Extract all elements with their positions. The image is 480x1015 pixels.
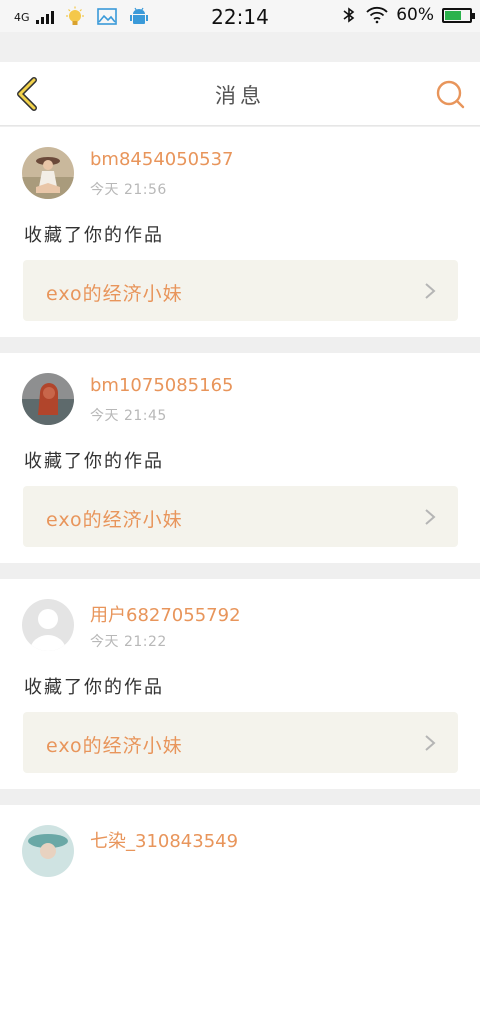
message-item: bm8454050537 今天 21:56 收藏了你的作品 exo的经济小妹 (0, 127, 480, 337)
message-time: 今天 21:56 (90, 182, 167, 198)
work-link[interactable]: exo的经济小妹 (23, 486, 458, 547)
work-title: exo的经济小妹 (46, 283, 183, 305)
page-title: 消息 (215, 84, 265, 108)
avatar[interactable] (22, 599, 74, 651)
message-list: bm8454050537 今天 21:56 收藏了你的作品 exo的经济小妹 b… (0, 127, 480, 1015)
username[interactable]: bm8454050537 (90, 149, 233, 170)
message-item: 用户6827055792 今天 21:22 收藏了你的作品 exo的经济小妹 (0, 579, 480, 789)
search-icon[interactable] (434, 78, 466, 110)
bluetooth-icon (343, 7, 355, 23)
message-item: 七染_310843549 (0, 805, 480, 1015)
user-photo-icon (22, 373, 74, 425)
chevron-right-icon (425, 509, 436, 525)
action-text: 收藏了你的作品 (24, 225, 164, 246)
action-text: 收藏了你的作品 (24, 451, 164, 472)
username[interactable]: bm1075085165 (90, 375, 233, 396)
message-time: 今天 21:22 (90, 634, 167, 650)
chevron-right-icon (425, 735, 436, 751)
work-link[interactable]: exo的经济小妹 (23, 712, 458, 773)
user-photo-icon (22, 147, 74, 199)
work-title: exo的经济小妹 (46, 735, 183, 757)
header-spacer (0, 32, 480, 62)
action-text: 收藏了你的作品 (24, 677, 164, 698)
status-bar: 4G 22:14 60% (0, 0, 480, 32)
avatar[interactable] (22, 373, 74, 425)
work-title: exo的经济小妹 (46, 509, 183, 531)
avatar[interactable] (22, 825, 74, 877)
user-photo-icon (22, 825, 74, 877)
wifi-icon (366, 6, 388, 24)
header: 消息 (0, 62, 480, 126)
work-link[interactable]: exo的经济小妹 (23, 260, 458, 321)
avatar[interactable] (22, 147, 74, 199)
chevron-right-icon (425, 283, 436, 299)
default-user-icon (22, 599, 74, 651)
battery-percent: 60% (396, 5, 434, 25)
message-time: 今天 21:45 (90, 408, 167, 424)
battery-icon (442, 7, 475, 23)
username[interactable]: 用户6827055792 (90, 601, 241, 627)
message-item: bm1075085165 今天 21:45 收藏了你的作品 exo的经济小妹 (0, 353, 480, 563)
username[interactable]: 七染_310843549 (90, 827, 238, 853)
